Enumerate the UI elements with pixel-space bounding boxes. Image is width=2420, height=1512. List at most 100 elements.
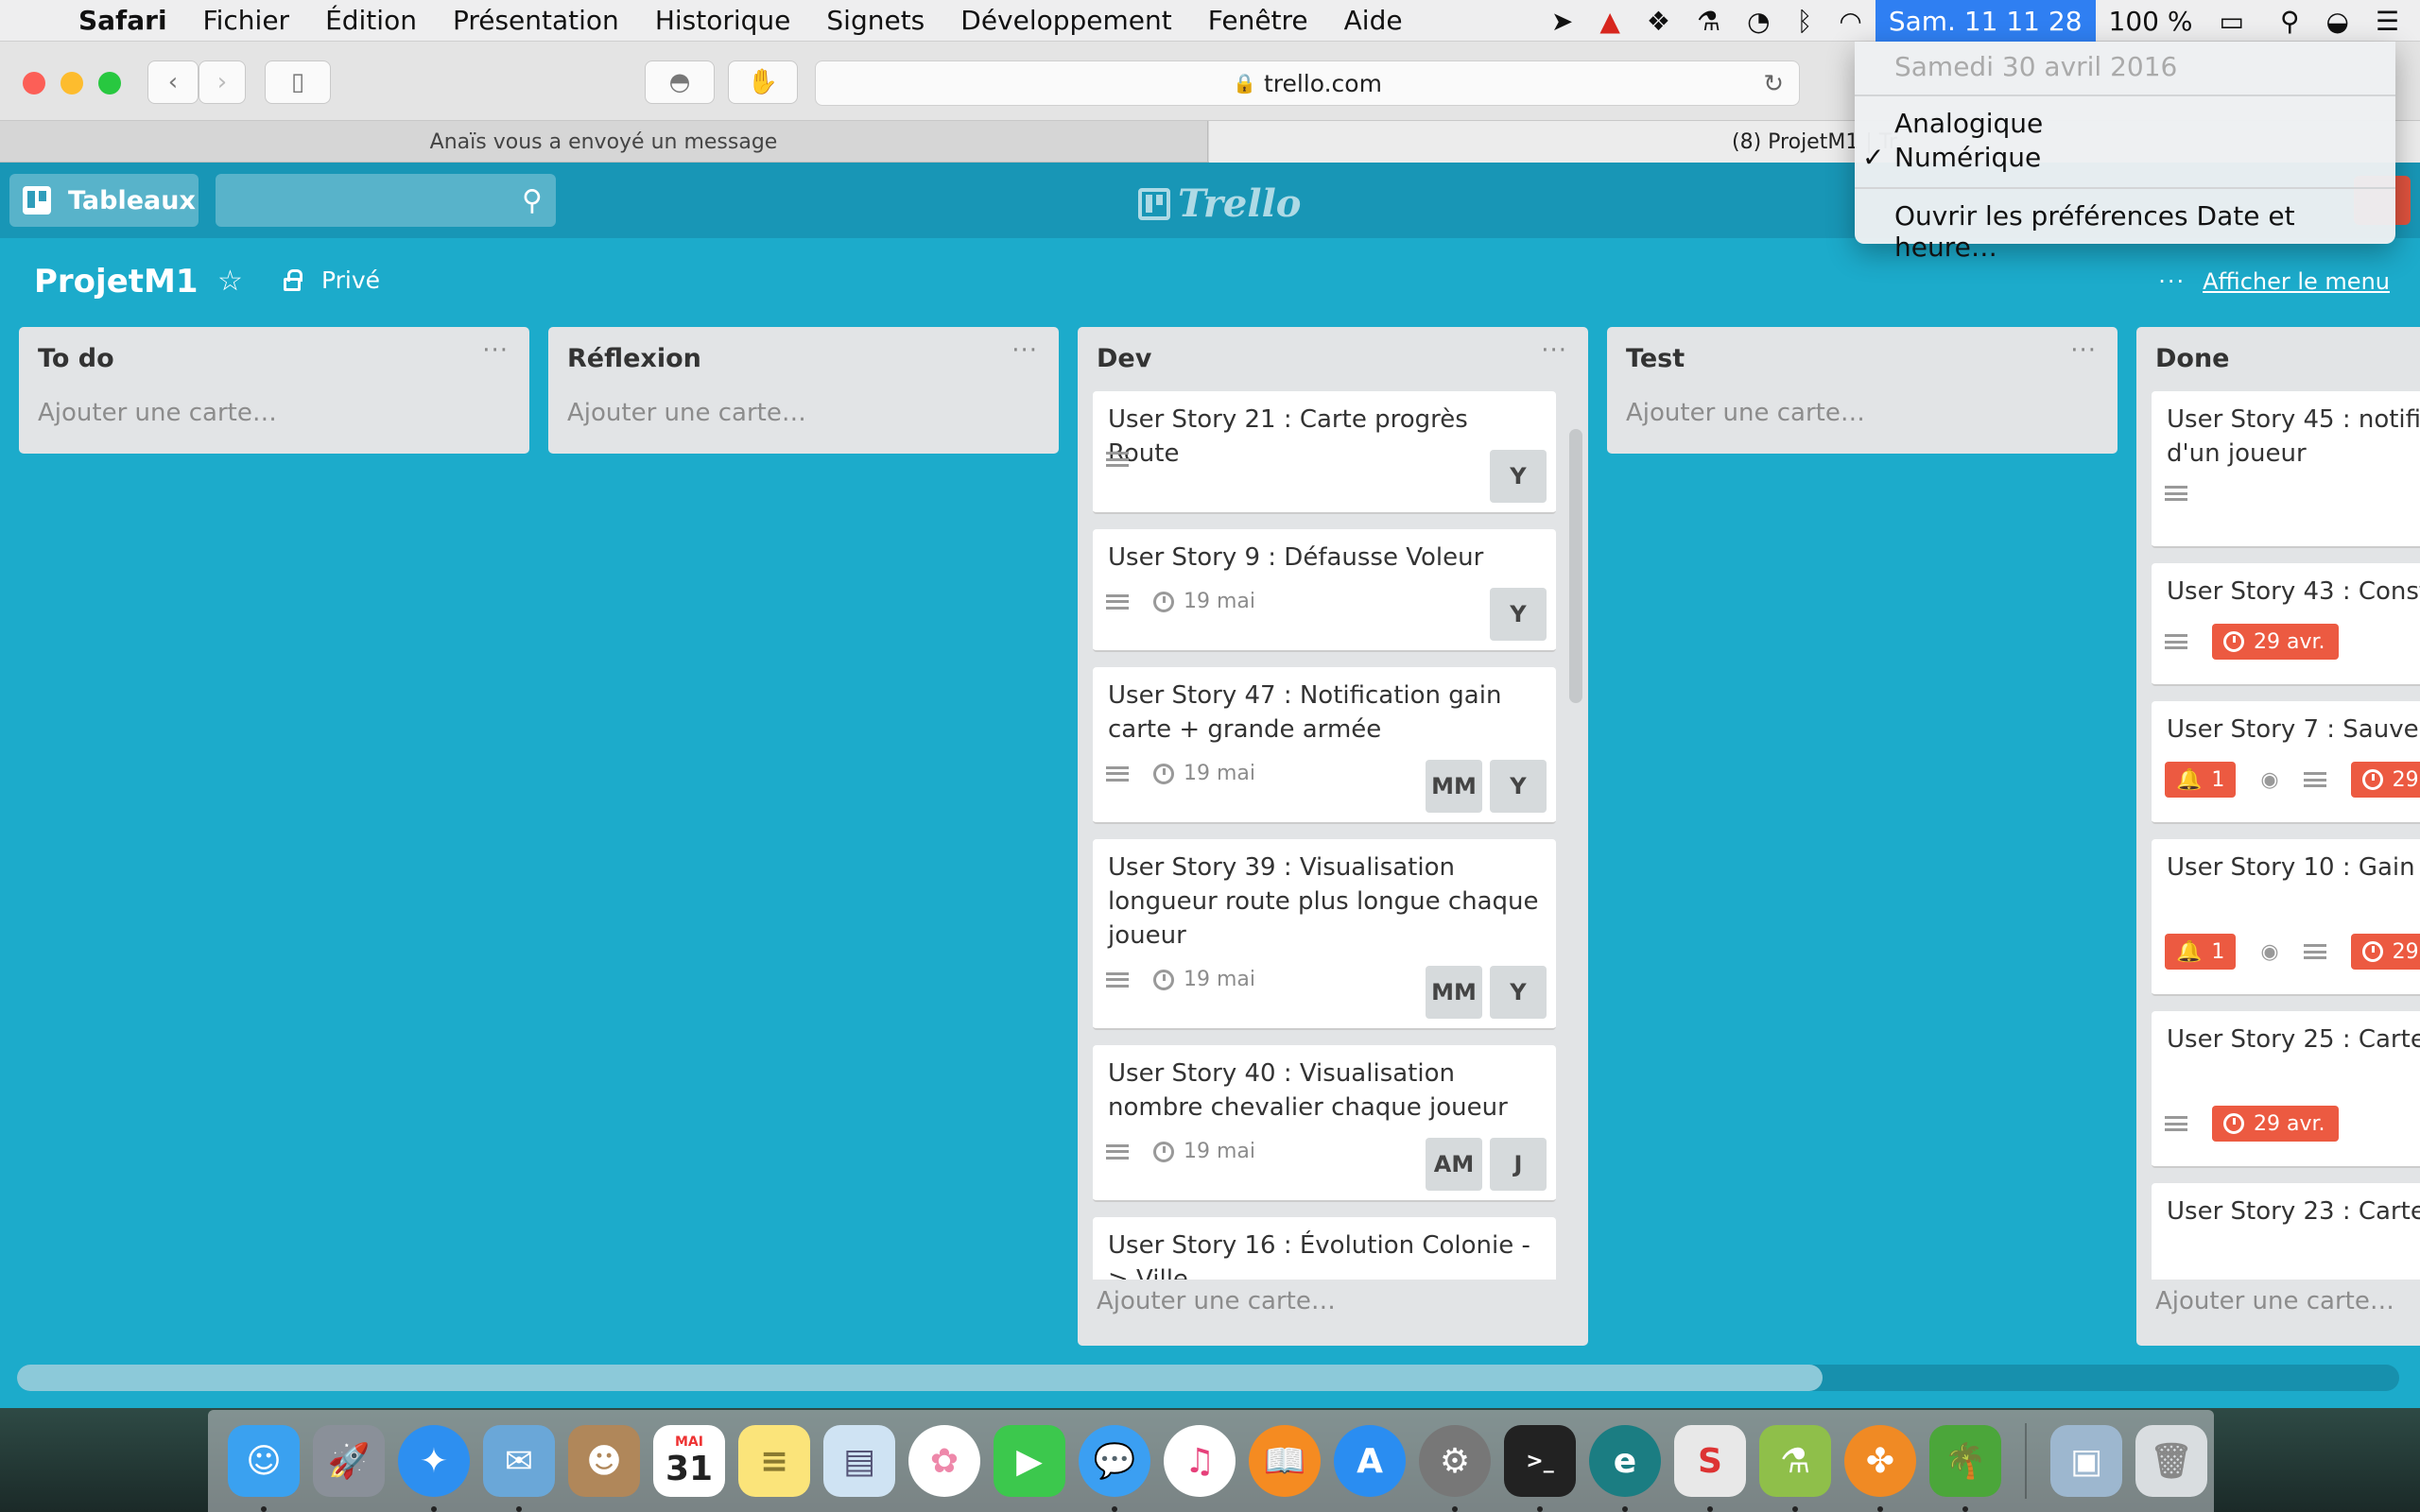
reload-icon[interactable]: ↻ [1763, 70, 1784, 98]
ghostery-extension-button[interactable]: ◓ [645, 60, 715, 104]
list-scrollbar[interactable] [1569, 429, 1582, 703]
app-store-icon[interactable]: A [1334, 1425, 1406, 1497]
menu-presentation[interactable]: Présentation [435, 5, 637, 36]
menu-item-digital[interactable]: Numérique [1894, 142, 2041, 173]
scientific-app-icon[interactable]: ⚗ [1759, 1425, 1831, 1512]
search-input[interactable]: ⚲ [216, 174, 556, 227]
launchpad-icon[interactable]: 🚀 [313, 1425, 385, 1497]
ibooks-icon[interactable]: 📖 [1249, 1425, 1321, 1497]
card[interactable]: User Story 45 : notification gain d'un j… [2152, 391, 2420, 548]
board-scrollbar-thumb[interactable] [17, 1365, 1823, 1391]
warning-icon[interactable]: ▲ [1586, 0, 1634, 42]
boards-button[interactable]: Tableaux [9, 174, 199, 227]
palm-tree-icon[interactable]: 🌴 [1929, 1425, 2001, 1512]
menu-item-analog[interactable]: Analogique [1894, 108, 2043, 139]
menu-fichier[interactable]: Fichier [185, 5, 308, 36]
menu-fenetre[interactable]: Fenêtre [1190, 5, 1326, 36]
menu-edition[interactable]: Édition [307, 5, 435, 36]
member-avatar[interactable]: Y [1490, 966, 1547, 1019]
board-scrollbar[interactable] [17, 1365, 2399, 1391]
list-title[interactable]: Test [1626, 344, 1685, 373]
list-menu-icon[interactable]: ··· [1011, 336, 1038, 365]
location-arrow-icon[interactable]: ➤ [1538, 0, 1586, 42]
add-card-button[interactable]: Ajouter une carte… [38, 399, 277, 427]
add-card-button[interactable]: Ajouter une carte… [2155, 1287, 2394, 1315]
card[interactable]: User Story 43 : Construction 29 avr. [2152, 563, 2420, 686]
slack-icon[interactable]: S [1674, 1425, 1746, 1512]
card[interactable]: User Story 9 : Défausse Voleur 19 mai Y [1093, 529, 1556, 652]
address-bar[interactable]: 🔒 trello.com ↻ [815, 60, 1800, 106]
board-title[interactable]: ProjetM1 [34, 263, 199, 301]
card[interactable]: User Story 25 : Carte Point Victoire 29 … [2152, 1011, 2420, 1168]
member-avatar[interactable]: Y [1490, 450, 1547, 503]
terminal-icon[interactable]: >_ [1504, 1425, 1576, 1512]
menu-signets[interactable]: Signets [808, 5, 942, 36]
battery-status[interactable]: 100 % [2096, 0, 2206, 42]
card[interactable]: User Story 10 : Gain lancer dès 🔔1 ◉ 29 … [2152, 839, 2420, 996]
photos-icon[interactable]: ✿ [908, 1425, 980, 1497]
eclipse-icon[interactable]: e [1589, 1425, 1661, 1512]
spotlight-icon[interactable]: ⚲ [2257, 0, 2313, 42]
preview-icon[interactable]: ▤ [823, 1425, 895, 1497]
finder-icon[interactable]: ☺ [228, 1425, 300, 1512]
calendar-icon[interactable]: MAI 31 [653, 1425, 725, 1497]
user-icon[interactable]: ◒ [2312, 0, 2361, 42]
clock[interactable]: Sam. 11 11 28 [1875, 0, 2096, 42]
sidebar-button[interactable]: ▯ [265, 60, 331, 104]
notification-list-icon[interactable]: ☰ [2362, 0, 2420, 42]
adblock-extension-button[interactable]: ✋ [728, 60, 798, 104]
tab-message[interactable]: Anaïs vous a envoyé un message [0, 121, 1208, 163]
list-title[interactable]: Done [2155, 344, 2230, 373]
notes-icon[interactable]: ≡ [738, 1425, 810, 1497]
member-avatar[interactable]: Y [1490, 588, 1547, 641]
menu-item-date-time-preferences[interactable]: Ouvrir les préférences Date et heure… [1894, 200, 2395, 263]
card[interactable]: User Story 47 : Notification gain carte … [1093, 667, 1556, 824]
system-preferences-icon[interactable]: ⚙ [1419, 1425, 1491, 1512]
trash-icon[interactable]: 🗑 [2135, 1425, 2207, 1497]
menu-aide[interactable]: Aide [1326, 5, 1421, 36]
star-icon[interactable]: ☆ [217, 265, 243, 298]
menu-developpement[interactable]: Développement [942, 5, 1190, 36]
back-button[interactable]: ‹ [147, 60, 199, 104]
member-avatar[interactable]: AM [1426, 1138, 1482, 1191]
add-card-button[interactable]: Ajouter une carte… [567, 399, 806, 427]
menu-historique[interactable]: Historique [637, 5, 809, 36]
list-title[interactable]: To do [38, 344, 114, 373]
card[interactable]: User Story 40 : Visualisation nombre che… [1093, 1045, 1556, 1202]
menu-app-name[interactable]: Safari [60, 5, 185, 36]
dropbox-icon[interactable]: ❖ [1634, 0, 1684, 42]
flask-icon[interactable]: ⚗ [1684, 0, 1734, 42]
speedometer-icon[interactable]: ◔ [1734, 0, 1783, 42]
list-menu-icon[interactable]: ··· [1541, 336, 1567, 365]
card[interactable]: User Story 39 : Visualisation longueur r… [1093, 839, 1556, 1030]
contacts-icon[interactable]: ☻ [568, 1425, 640, 1497]
show-menu-button[interactable]: ··· Afficher le menu [2158, 268, 2390, 295]
list-menu-icon[interactable]: ··· [482, 336, 509, 365]
member-avatar[interactable]: Y [1490, 760, 1547, 813]
member-avatar[interactable]: J [1490, 1138, 1547, 1191]
minimize-window-button[interactable] [60, 72, 83, 94]
card[interactable]: User Story 21 : Carte progrès Route Y [1093, 391, 1556, 514]
messages-icon[interactable]: 💬 [1079, 1425, 1150, 1512]
mail-icon[interactable]: ✉ [483, 1425, 555, 1512]
forward-button[interactable]: › [199, 60, 246, 104]
itunes-icon[interactable]: ♫ [1164, 1425, 1236, 1497]
downloads-stack-icon[interactable]: ▣ [2050, 1425, 2122, 1497]
add-card-button[interactable]: Ajouter une carte… [1626, 399, 1865, 427]
visibility-button[interactable]: Privé [284, 266, 380, 294]
member-avatar[interactable]: MM [1426, 966, 1482, 1019]
list-title[interactable]: Dev [1097, 344, 1151, 373]
safari-icon[interactable]: ✦ [398, 1425, 470, 1512]
facetime-icon[interactable]: ▶ [994, 1425, 1065, 1497]
close-window-button[interactable] [23, 72, 45, 94]
list-title[interactable]: Réflexion [567, 344, 701, 373]
add-card-button[interactable]: Ajouter une carte… [1097, 1287, 1336, 1315]
card[interactable]: User Story 7 : Sauvegarde 🔔1 ◉ 29 avr. [2152, 701, 2420, 824]
card[interactable]: User Story 23 : Carte Invention [2152, 1183, 2420, 1280]
pinwheel-icon[interactable]: ✤ [1844, 1425, 1916, 1512]
trello-logo[interactable]: Trello [1138, 181, 1301, 226]
bluetooth-icon[interactable]: ᛒ [1784, 0, 1826, 42]
zoom-window-button[interactable] [98, 72, 121, 94]
list-menu-icon[interactable]: ··· [2070, 336, 2097, 365]
card[interactable]: User Story 16 : Évolution Colonie -> Vil… [1093, 1217, 1556, 1280]
